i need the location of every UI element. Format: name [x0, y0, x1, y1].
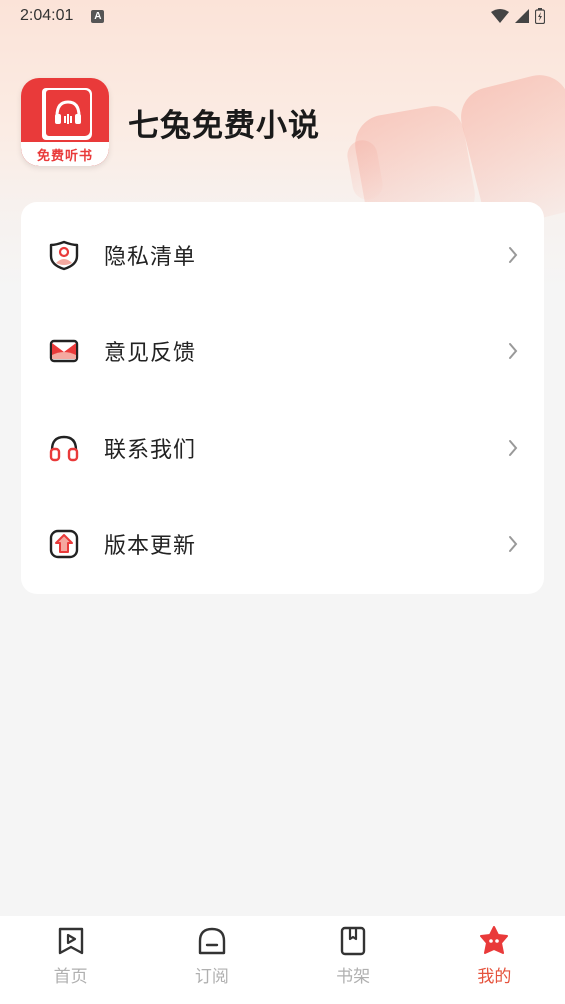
nav-item-mine[interactable]: 我的: [424, 916, 565, 1004]
logo-book-cover: [46, 90, 90, 136]
nav-label: 我的: [477, 967, 512, 987]
chevron-right-icon: [509, 342, 518, 359]
subscription-icon: [198, 927, 226, 955]
menu-label: 版本更新: [104, 533, 197, 559]
nav-label: 首页: [53, 967, 88, 987]
chevron-right-icon: [509, 535, 518, 552]
bottom-navigation: 首页 订阅 书架 我的: [0, 916, 565, 1004]
book-icon: [340, 926, 366, 956]
notification-a-icon: A: [91, 9, 105, 23]
nav-label: 书架: [336, 967, 371, 987]
app-title: 七兔免费小说: [128, 107, 320, 144]
bookmark-play-icon: [58, 927, 83, 955]
menu-label: 意见反馈: [104, 340, 197, 366]
nav-item-subscribe[interactable]: 订阅: [141, 916, 282, 1004]
privacy-shield-icon: [48, 239, 80, 271]
update-arrow-icon: [48, 528, 80, 560]
app-logo: 免费听书: [21, 78, 109, 166]
app-header: 免费听书 七兔免费小说: [21, 78, 320, 166]
menu-item-update[interactable]: 版本更新: [21, 495, 544, 592]
menu-item-feedback[interactable]: 意见反馈: [21, 302, 544, 399]
settings-menu-card: 隐私清单 意见反馈 联系我们 版本更新: [21, 202, 544, 594]
menu-label: 联系我们: [104, 437, 197, 463]
menu-item-privacy[interactable]: 隐私清单: [21, 206, 544, 303]
signal-icon: [515, 9, 529, 23]
menu-label: 隐私清单: [104, 244, 197, 270]
logo-text: 免费听书: [36, 148, 93, 164]
status-time: 2:04:01: [20, 7, 74, 24]
logo-caption: 免费听书: [21, 142, 109, 166]
star-face-icon: [480, 926, 509, 954]
status-icons: [491, 8, 545, 24]
headphones-icon: [55, 100, 81, 124]
nav-item-bookshelf[interactable]: 书架: [283, 916, 424, 1004]
menu-item-contact[interactable]: 联系我们: [21, 399, 544, 496]
headset-icon: [48, 432, 80, 464]
chevron-right-icon: [509, 439, 518, 456]
nav-label: 订阅: [194, 967, 229, 987]
mail-icon: [48, 335, 80, 367]
status-bar: 2:04:01 A: [0, 0, 565, 32]
wifi-icon: [491, 9, 509, 23]
battery-icon: [535, 8, 545, 24]
nav-item-home[interactable]: 首页: [0, 916, 141, 1004]
chevron-right-icon: [509, 246, 518, 263]
